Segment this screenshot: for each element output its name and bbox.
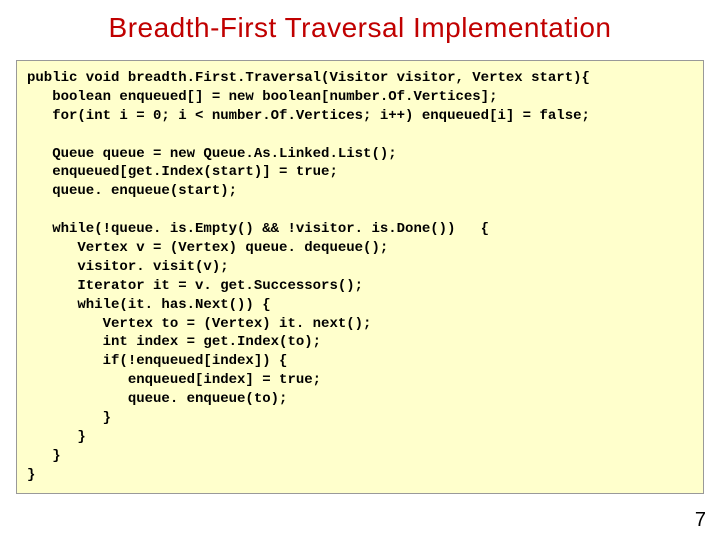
page-number: 7	[695, 509, 706, 532]
code-block: public void breadth.First.Traversal(Visi…	[16, 60, 704, 494]
slide-title: Breadth-First Traversal Implementation	[0, 0, 720, 60]
